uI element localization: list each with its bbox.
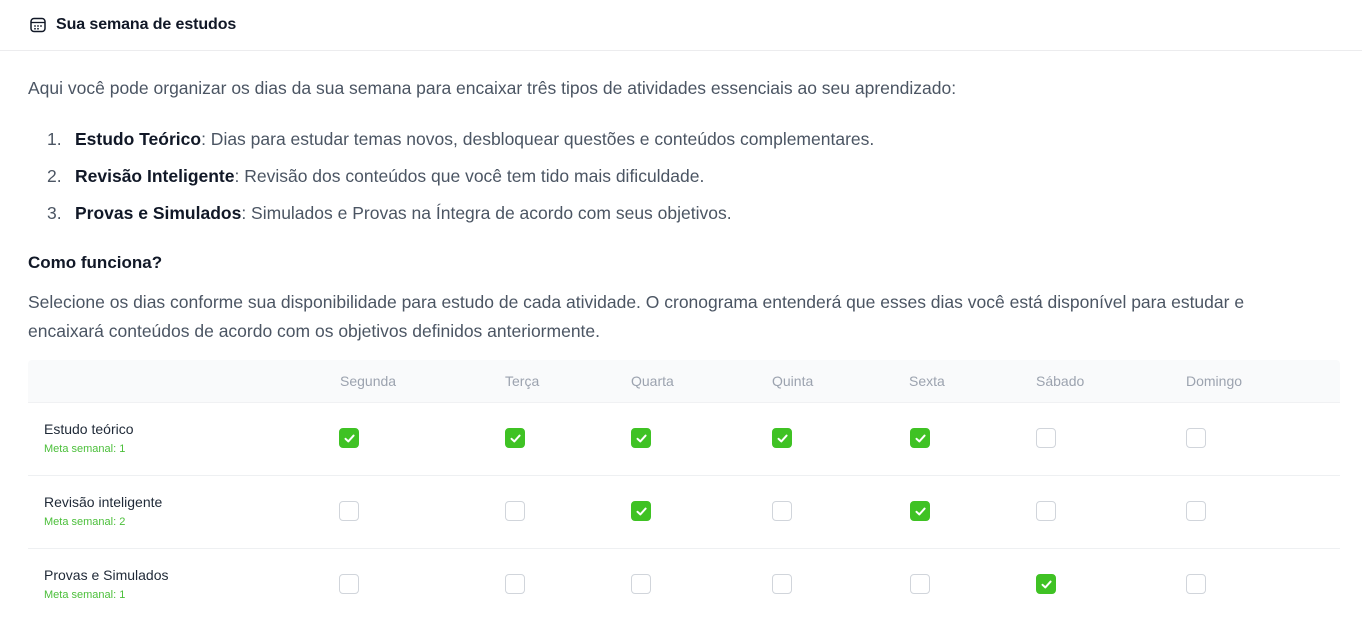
day-header-sabado: Sábado bbox=[1036, 373, 1085, 389]
day-header-sexta: Sexta bbox=[909, 373, 945, 389]
checkbox-sabado[interactable] bbox=[1036, 428, 1056, 448]
main-content: Aqui você pode organizar os dias da sua … bbox=[0, 76, 1362, 622]
checkbox-domingo[interactable] bbox=[1186, 501, 1206, 521]
checkbox-terca[interactable] bbox=[505, 501, 525, 521]
page-title: Sua semana de estudos bbox=[56, 16, 237, 33]
check-icon bbox=[510, 434, 521, 442]
check-icon bbox=[1041, 580, 1052, 588]
checkbox-quarta[interactable] bbox=[631, 428, 651, 448]
checkbox-sexta[interactable] bbox=[910, 574, 930, 594]
checkbox-quarta[interactable] bbox=[631, 501, 651, 521]
check-icon bbox=[344, 434, 355, 442]
checkbox-domingo[interactable] bbox=[1186, 428, 1206, 448]
check-icon bbox=[915, 507, 926, 515]
checkbox-terca[interactable] bbox=[505, 574, 525, 594]
check-icon bbox=[636, 507, 647, 515]
checkbox-quinta[interactable] bbox=[772, 428, 792, 448]
weekly-goal: Meta semanal: 2 bbox=[44, 516, 126, 528]
list-number: 3. bbox=[47, 203, 62, 223]
activity-name: Estudo teórico bbox=[44, 421, 134, 437]
checkbox-sabado[interactable] bbox=[1036, 501, 1056, 521]
activity-type-desc: : Simulados e Provas na Íntegra de acord… bbox=[241, 203, 732, 223]
schedule-row-estudo-teorico: Estudo teórico Meta semanal: 1 bbox=[28, 403, 1340, 476]
activity-name: Provas e Simulados bbox=[44, 567, 169, 583]
schedule-table: Segunda Terça Quarta Quinta Sexta Sábado… bbox=[28, 360, 1340, 622]
intro-text: Aqui você pode organizar os dias da sua … bbox=[28, 78, 957, 98]
activity-name: Revisão inteligente bbox=[44, 494, 163, 510]
activity-type-title: Revisão Inteligente bbox=[75, 166, 235, 186]
day-header-quarta: Quarta bbox=[631, 373, 674, 389]
checkbox-quarta[interactable] bbox=[631, 574, 651, 594]
schedule-row-provas-simulados: Provas e Simulados Meta semanal: 1 bbox=[28, 549, 1340, 622]
list-item: 2. Revisão Inteligente: Revisão dos cont… bbox=[28, 164, 1334, 188]
list-item: 3. Provas e Simulados: Simulados e Prova… bbox=[28, 201, 1334, 225]
list-number: 2. bbox=[47, 166, 62, 186]
checkbox-sexta[interactable] bbox=[910, 501, 930, 521]
activity-type-title: Estudo Teórico bbox=[75, 129, 202, 149]
check-icon bbox=[915, 434, 926, 442]
checkbox-quinta[interactable] bbox=[772, 574, 792, 594]
schedule-row-revisao-inteligente: Revisão inteligente Meta semanal: 2 bbox=[28, 476, 1340, 549]
checkbox-segunda[interactable] bbox=[339, 428, 359, 448]
activity-type-desc: : Revisão dos conteúdos que você tem tid… bbox=[234, 166, 705, 186]
activity-type-title: Provas e Simulados bbox=[75, 203, 242, 223]
checkbox-quinta[interactable] bbox=[772, 501, 792, 521]
checkbox-sexta[interactable] bbox=[910, 428, 930, 448]
day-header-terca: Terça bbox=[505, 373, 540, 389]
schedule-header: Segunda Terça Quarta Quinta Sexta Sábado… bbox=[28, 360, 1340, 403]
day-header-quinta: Quinta bbox=[772, 373, 814, 389]
day-header-domingo: Domingo bbox=[1186, 373, 1243, 389]
checkbox-segunda[interactable] bbox=[339, 574, 359, 594]
how-it-works-title: Como funciona? bbox=[28, 253, 163, 272]
page-header: Sua semana de estudos bbox=[0, 0, 1362, 51]
day-header-segunda: Segunda bbox=[340, 373, 397, 389]
calendar-icon bbox=[28, 15, 48, 35]
weekly-goal: Meta semanal: 1 bbox=[44, 589, 126, 601]
activity-types-list: 1. Estudo Teórico: Dias para estudar tem… bbox=[28, 127, 1334, 225]
how-it-works-text: Selecione os dias conforme sua disponibi… bbox=[28, 292, 1245, 341]
check-icon bbox=[777, 434, 788, 442]
checkbox-domingo[interactable] bbox=[1186, 574, 1206, 594]
checkbox-segunda[interactable] bbox=[339, 501, 359, 521]
weekly-goal: Meta semanal: 1 bbox=[44, 443, 126, 455]
activity-type-desc: : Dias para estudar temas novos, desbloq… bbox=[201, 129, 875, 149]
checkbox-sabado[interactable] bbox=[1036, 574, 1056, 594]
check-icon bbox=[636, 434, 647, 442]
list-item: 1. Estudo Teórico: Dias para estudar tem… bbox=[28, 127, 1334, 151]
checkbox-terca[interactable] bbox=[505, 428, 525, 448]
list-number: 1. bbox=[47, 129, 62, 149]
